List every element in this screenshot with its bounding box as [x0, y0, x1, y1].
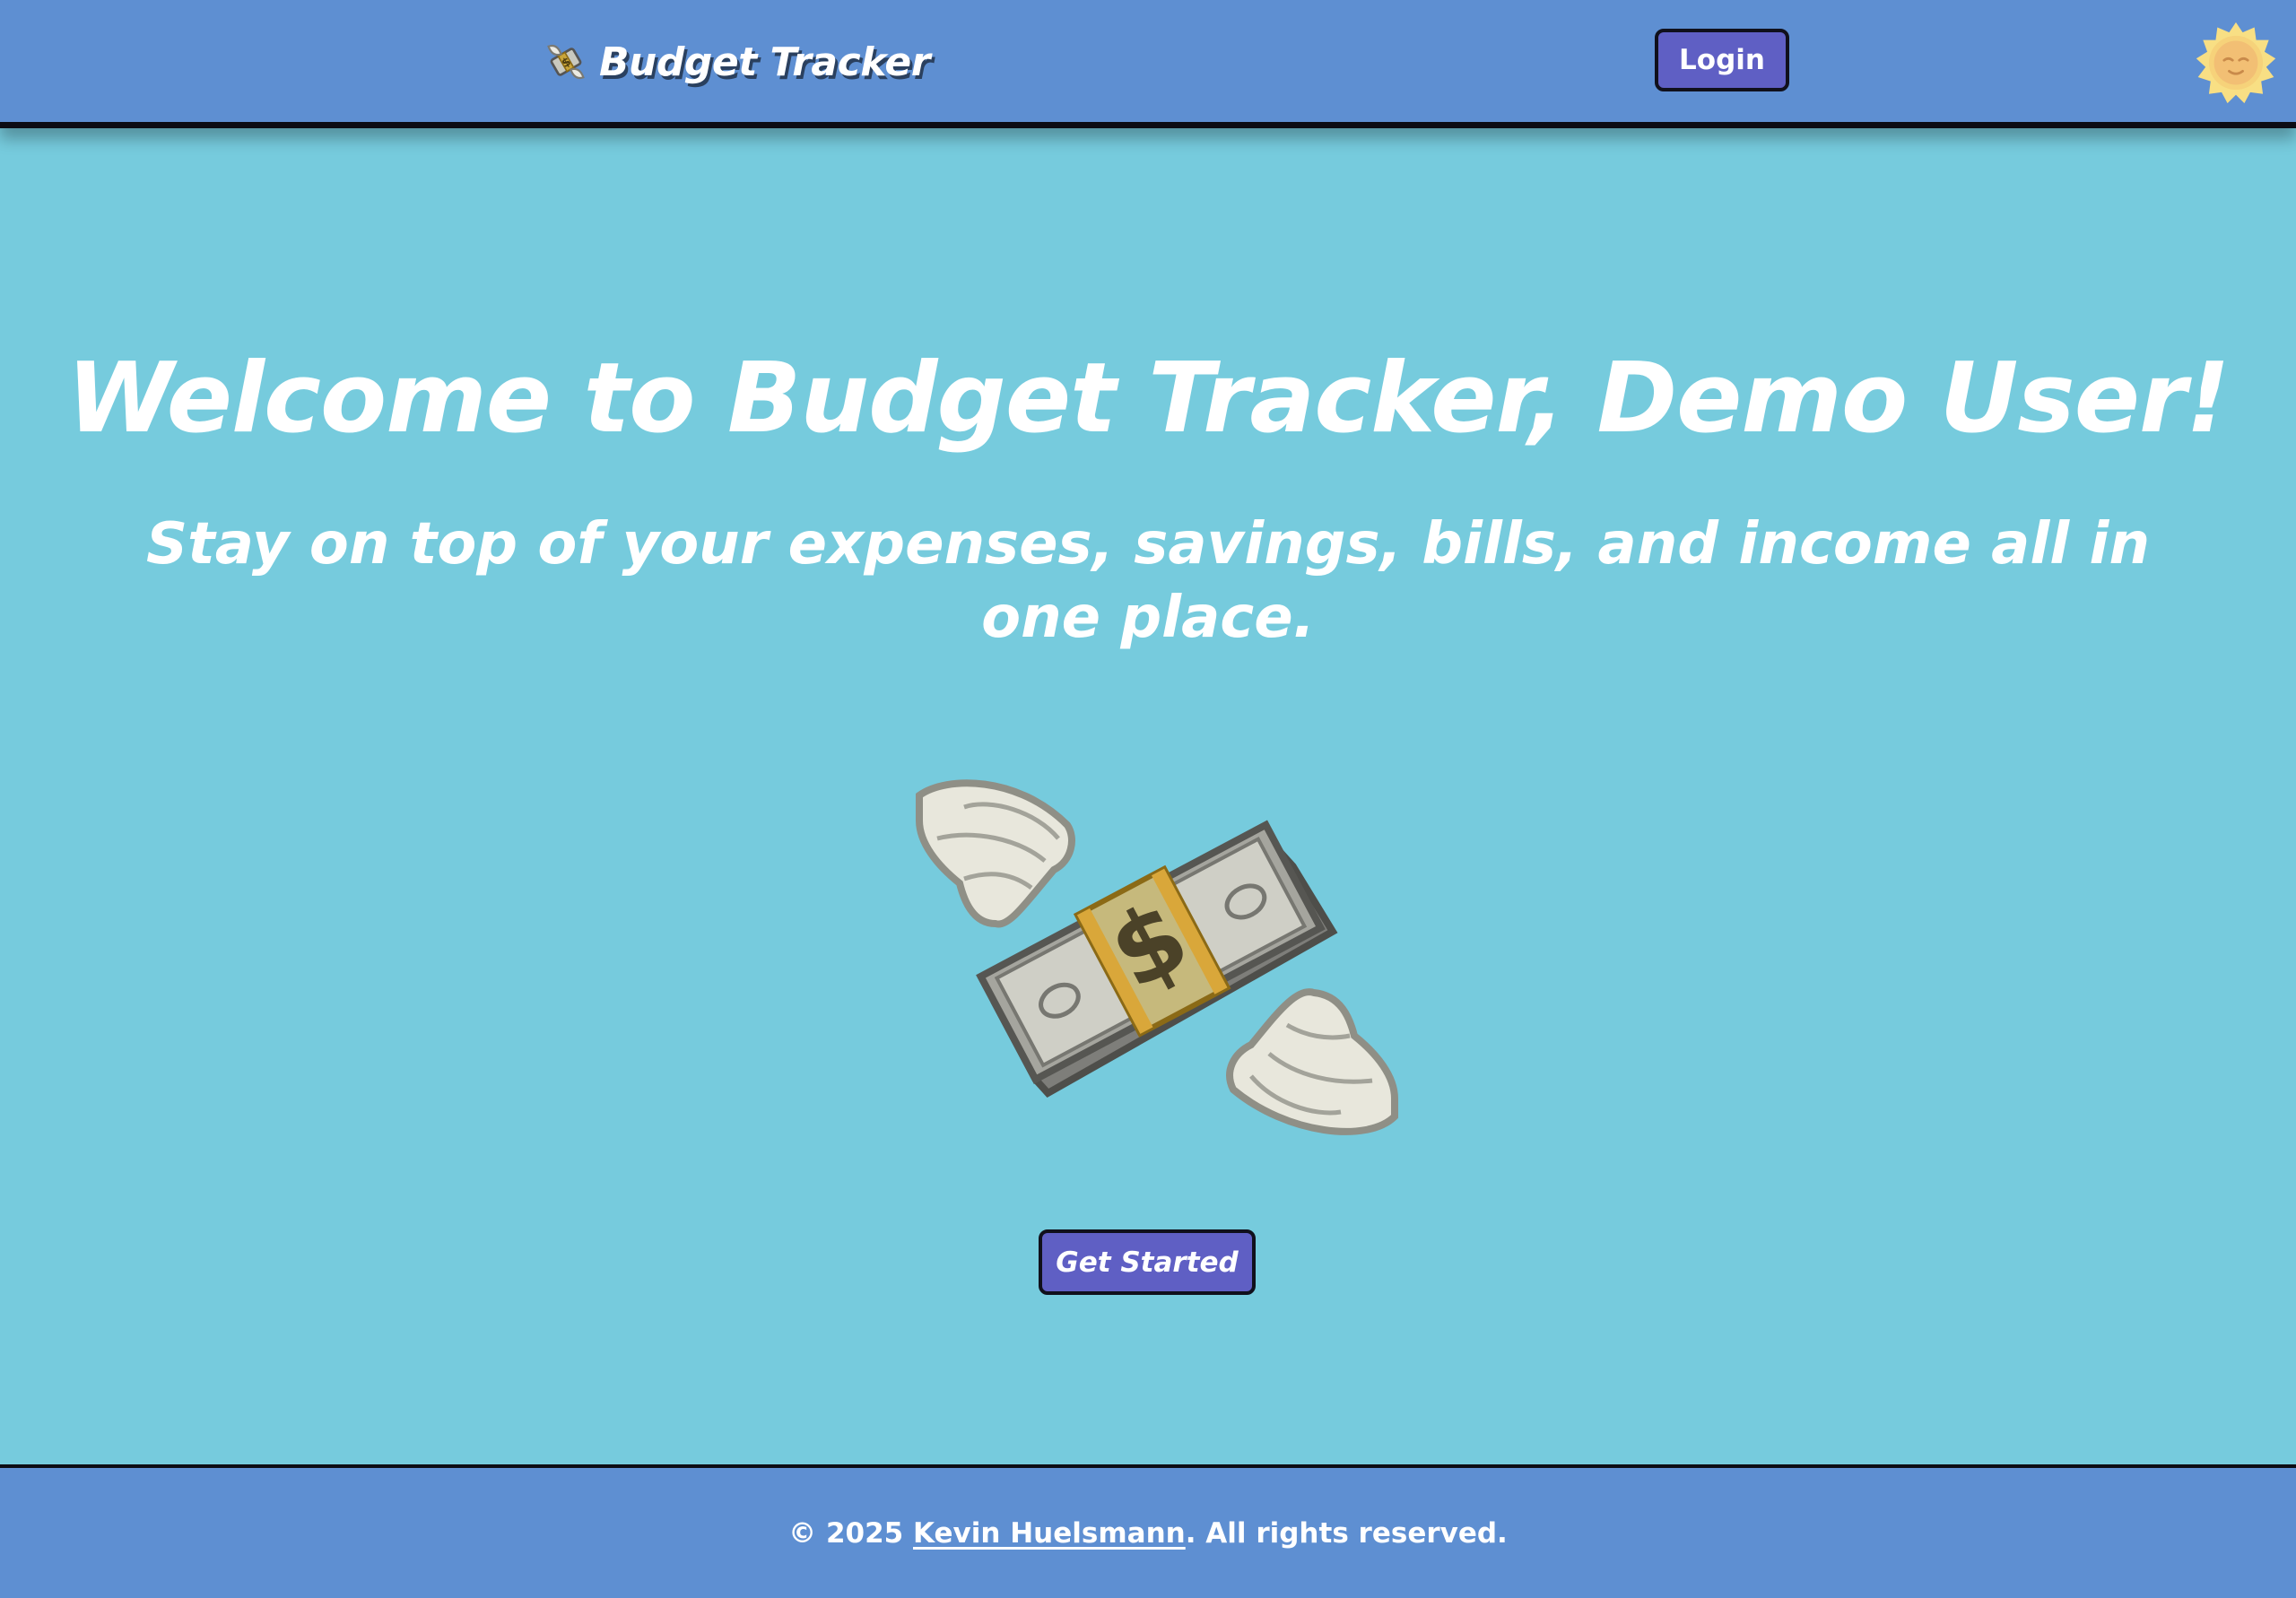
- login-button[interactable]: Login: [1655, 29, 1789, 91]
- site-header: $ Budget Tracker Login: [0, 0, 2296, 128]
- brand-title: Budget Tracker: [599, 39, 930, 85]
- author-link[interactable]: Kevin Huelsmann: [913, 1517, 1186, 1550]
- left-wing: [916, 779, 1075, 928]
- copyright-suffix: . All rights reserved.: [1185, 1516, 1508, 1550]
- brand[interactable]: $ Budget Tracker: [542, 34, 930, 90]
- site-footer: © 2025 Kevin Huelsmann . All rights rese…: [0, 1464, 2296, 1598]
- tagline: Stay on top of your expenses, savings, b…: [146, 511, 2150, 651]
- money-with-wings-icon: $: [916, 779, 1398, 1135]
- page-title: Welcome to Budget Tracker, Demo User!: [66, 343, 2231, 455]
- right-wing: [1226, 988, 1398, 1135]
- get-started-button[interactable]: Get Started: [1039, 1229, 1256, 1295]
- copyright-prefix: © 2025: [788, 1516, 914, 1550]
- sun-moon-icon[interactable]: [2194, 21, 2278, 105]
- money-with-wings-icon: $: [547, 44, 585, 80]
